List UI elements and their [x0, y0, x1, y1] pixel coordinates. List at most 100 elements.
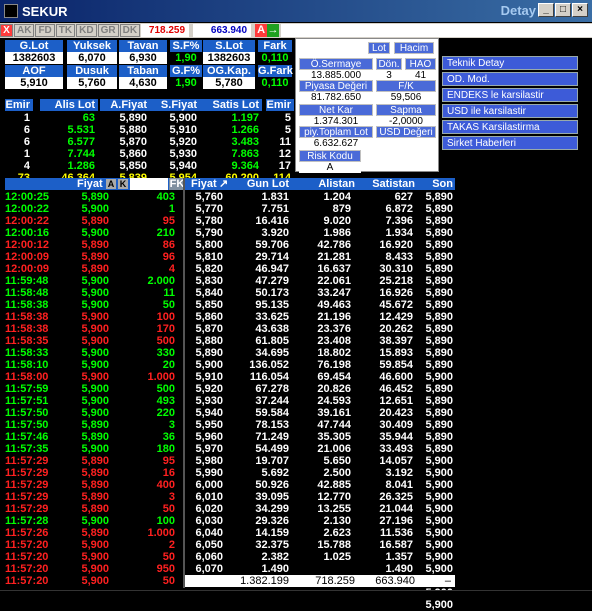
volume-row: 5,990 5.692 2.500 3.192 5,900 [185, 467, 455, 479]
vol-gunlot-header[interactable]: Gun Lot [247, 178, 289, 190]
trade-time: 11:57:29 [5, 491, 49, 503]
volume-cell [223, 599, 289, 611]
volume-cell: 5,840 [195, 287, 223, 299]
volume-cell: 2.130 [323, 515, 351, 527]
o-sermaye-label: Ö.Sermaye [299, 58, 373, 70]
depth-cell: 9.364 [231, 160, 259, 172]
volume-cell: 12.770 [317, 491, 351, 503]
volume-row: 5,780 16.416 9.020 7.396 5,890 [185, 215, 455, 227]
volume-cell: 33.625 [255, 311, 289, 323]
sort-icon[interactable]: ↗ [219, 178, 228, 190]
trade-lot: 950 [156, 563, 175, 575]
title-bar: SEKUR Detay [0, 0, 592, 22]
volume-cell: 5,900 [425, 527, 453, 539]
maximize-button[interactable]: □ [555, 3, 571, 17]
menu-item-3[interactable]: USD ile karsilastir [442, 104, 578, 118]
volume-row: 5,910 116.054 69.454 46.600 5,900 [185, 371, 455, 383]
trade-price: 5,900 [81, 515, 109, 527]
toolbar-sell-volume: 663.940 [193, 24, 252, 37]
volume-cell: 1.490 [385, 563, 413, 575]
toolbar-blank-field[interactable] [281, 24, 592, 37]
trade-lot: 36 [162, 431, 175, 443]
close-button[interactable]: × [572, 3, 588, 17]
arrow-icon[interactable]: → [267, 24, 280, 37]
summary-row2-values-4: 5,780 [203, 77, 255, 89]
tab-dk[interactable]: DK [119, 24, 141, 37]
volume-cell: 43.638 [255, 323, 289, 335]
tab-tk[interactable]: TK [55, 24, 76, 37]
vol-satistan-header[interactable]: Satistan [372, 178, 415, 190]
trade-row: 11:57:50 5,900 220 [5, 407, 180, 419]
volume-cell: 5,890 [425, 227, 453, 239]
menu-item-2[interactable]: ENDEKS le karsilastir [442, 88, 578, 102]
hacim-button[interactable]: Hacim [394, 42, 434, 54]
trade-lot: 170 [156, 323, 175, 335]
volume-header: Fiyat ↗ Gun Lot Alistan Satistan Son [185, 178, 455, 190]
tab-ak[interactable]: AK [14, 24, 35, 37]
tab-fd[interactable]: FD [35, 24, 55, 37]
minimize-button[interactable]: _ [538, 3, 554, 17]
volume-cell: 50.926 [255, 479, 289, 491]
menu-item-0[interactable]: Teknik Detay [442, 56, 578, 70]
summary-row1-values-2: 6,930 [119, 52, 167, 64]
volume-cell: 5,900 [425, 479, 453, 491]
volume-cell: 1.025 [323, 551, 351, 563]
menu-item-5[interactable]: Sirket Haberleri [442, 136, 578, 150]
trade-time: 11:57:29 [5, 503, 49, 515]
vol-fiyat-header[interactable]: Fiyat [191, 178, 217, 190]
volume-cell: 34.695 [255, 347, 289, 359]
vol-son-header[interactable]: Son [432, 178, 453, 190]
depth-header-4: Satis Lot [200, 99, 262, 111]
trade-price: 5,900 [81, 407, 109, 419]
toolbar-close-button[interactable]: X [0, 24, 13, 37]
volume-cell: 46.452 [379, 383, 413, 395]
trade-price: 5,900 [81, 323, 109, 335]
piy-toplam-label: piy.Toplam Lot [299, 126, 373, 138]
volume-cell: 6,050 [195, 539, 223, 551]
lot-button[interactable]: Lot [368, 42, 390, 54]
trades-a-button[interactable]: A [106, 179, 116, 189]
trade-lot: 1 [168, 203, 175, 215]
volume-cell: 5,850 [195, 299, 223, 311]
trades-filter-input[interactable] [130, 178, 168, 190]
volume-row: 5,920 67.278 20.826 46.452 5,890 [185, 383, 455, 395]
depth-header-2: A.Fiyat [100, 99, 150, 111]
tab-kd[interactable]: KD [76, 24, 97, 37]
menu-item-1[interactable]: OD. Mod. [442, 72, 578, 86]
volume-row: 5,900 [185, 599, 455, 611]
usd-button[interactable]: USD Değeri [376, 126, 436, 138]
alarm-button[interactable]: A [255, 24, 268, 37]
volume-cell: 1.934 [385, 227, 413, 239]
volume-cell: 21.006 [317, 443, 351, 455]
depth-cell: 5,930 [169, 148, 197, 160]
volume-cell: 30.409 [379, 419, 413, 431]
summary-row2-headers-0: AOF [5, 65, 63, 77]
volume-cell: 2.382 [261, 551, 289, 563]
trade-lot: 50 [162, 575, 175, 587]
volume-cell: 20.423 [379, 407, 413, 419]
volume-row: 5,790 3.920 1.986 1.934 5,890 [185, 227, 455, 239]
trades-k-button[interactable]: K [118, 179, 128, 189]
trade-row: 11:58:38 5,900 50 [5, 299, 180, 311]
volume-cell: 1.357 [385, 551, 413, 563]
volume-row: 6,060 2.382 1.025 1.357 5,900 [185, 551, 455, 563]
menu-item-4[interactable]: TAKAS Karsilastirma [442, 120, 578, 134]
volume-cell: 29.326 [255, 515, 289, 527]
volume-row: 5,820 46.947 16.637 30.310 5,890 [185, 263, 455, 275]
volume-cell: 76.198 [317, 359, 351, 371]
trade-row: 11:57:29 5,890 16 [5, 467, 180, 479]
volume-cell: 9.020 [323, 215, 351, 227]
trade-lot: 500 [156, 335, 175, 347]
volume-cell: 5,900 [195, 359, 223, 371]
volume-cell: 33.493 [379, 443, 413, 455]
volume-cell: 20.262 [379, 323, 413, 335]
depth-cell: 5,910 [169, 124, 197, 136]
volume-cell: 5,890 [425, 431, 453, 443]
vol-alistan-header[interactable]: Alistan [318, 178, 355, 190]
volume-row: 6,000 50.926 42.885 8.041 5,900 [185, 479, 455, 491]
volume-cell: 5,760 [195, 191, 223, 203]
volume-cell: 15.893 [379, 347, 413, 359]
trade-lot: 95 [162, 215, 175, 227]
tab-gr[interactable]: GR [97, 24, 119, 37]
trade-lot: 220 [156, 407, 175, 419]
